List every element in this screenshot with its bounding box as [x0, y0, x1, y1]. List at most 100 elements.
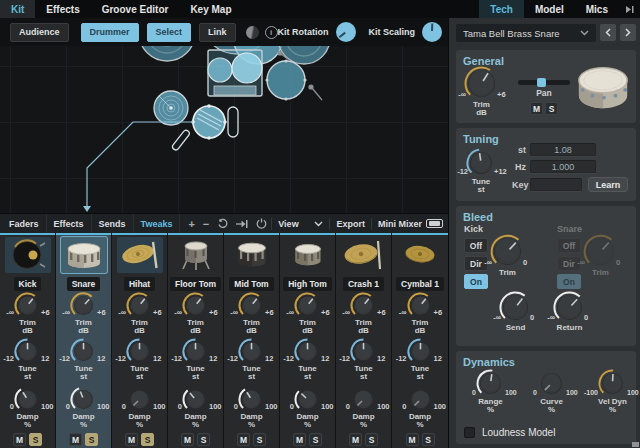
drum-thumbnail[interactable] [397, 237, 443, 273]
drum-thumbnail[interactable] [229, 237, 275, 273]
mixer-tab-sends[interactable]: Sends [92, 214, 134, 233]
tab-model[interactable]: Model [524, 0, 575, 18]
general-solo-button[interactable]: S [545, 102, 558, 115]
damp-knob[interactable]: 0 100 Damp % [113, 386, 166, 429]
tuning-Key-field[interactable] [530, 178, 582, 191]
mixer-tab-tweaks[interactable]: Tweaks [134, 214, 181, 233]
general-mute-button[interactable]: M [530, 102, 543, 115]
mute-button[interactable]: M [69, 433, 82, 446]
power-icon[interactable] [252, 214, 271, 233]
strip-cymbal-1[interactable]: Cymbal 1 -∞ +6 Trim dB -12 12 Tune st [392, 233, 448, 448]
mini-mixer-button[interactable]: Mini Mixer [372, 214, 448, 233]
tab-groove-editor[interactable]: Groove Editor [91, 0, 180, 18]
select-button[interactable]: Select [147, 23, 192, 42]
damp-knob[interactable]: 0 100 Damp % [394, 386, 447, 429]
dynamics-vel-dyn-knob[interactable]: -100 100 Vel Dyn % [582, 369, 640, 414]
damp-knob[interactable]: 0 100 Damp % [225, 386, 278, 429]
kit-scaling-knob[interactable] [421, 21, 443, 43]
solo-button[interactable]: S [309, 433, 322, 446]
solo-button[interactable]: S [253, 433, 266, 446]
strip-kick[interactable]: Kick -∞ +6 Trim dB -12 12 Tune st 0 [0, 233, 55, 448]
drum-thumbnail[interactable] [117, 237, 163, 273]
damp-knob[interactable]: 0 100 Damp % [337, 386, 390, 429]
trim-knob[interactable]: -∞ +6 Trim dB [1, 292, 54, 335]
damp-knob[interactable]: 0 100 Damp % [169, 386, 222, 429]
audience-button[interactable]: Audience [10, 23, 69, 42]
tuning-tune-knob[interactable]: -12 +12 Tune st [458, 148, 504, 194]
tab-mics[interactable]: Mics [575, 0, 619, 18]
remove-icon[interactable]: − [199, 214, 213, 233]
tuning-st-field[interactable]: 1.08 [530, 143, 596, 156]
bleed-send-knob[interactable]: -∞ 0 Send [490, 291, 541, 332]
pan-slider[interactable] [518, 80, 570, 85]
tune-knob[interactable]: -12 12 Tune st [394, 338, 447, 381]
instrument-dropdown[interactable]: Tama Bell Brass Snare [456, 24, 596, 42]
tune-knob[interactable]: -12 12 Tune st [281, 338, 334, 381]
tune-knob[interactable]: -12 12 Tune st [169, 338, 222, 381]
resize-grip[interactable] [632, 442, 639, 447]
shade-toggle-icon[interactable] [246, 26, 259, 39]
trim-knob[interactable]: -∞ +6 Trim dB [57, 292, 110, 335]
dynamics-curve-knob[interactable]: 0 100 Curve % [521, 369, 582, 414]
mute-button[interactable]: M [13, 433, 26, 446]
trim-knob[interactable]: -∞ +6 Trim dB [113, 292, 166, 335]
mute-button[interactable]: M [181, 433, 194, 446]
tab-tech[interactable]: Tech [479, 0, 524, 18]
trim-knob[interactable]: -∞ +6 Trim dB [225, 292, 278, 335]
pan-control[interactable]: Pan M S [516, 80, 572, 115]
drum-thumbnail[interactable] [173, 237, 219, 273]
mute-button[interactable]: M [125, 433, 138, 446]
tuning-Hz-field[interactable]: 1.000 [530, 160, 596, 173]
trim-knob[interactable]: -∞ +6 Trim dB [337, 292, 390, 335]
bleed-return-knob[interactable]: -∞ 0 Return [544, 291, 595, 332]
tune-knob[interactable]: -12 12 Tune st [337, 338, 390, 381]
tune-knob[interactable]: -12 12 Tune st [57, 338, 110, 381]
bleed-trim-knob[interactable]: -∞ 0 Trim [482, 234, 533, 277]
link-button[interactable]: Link [199, 23, 236, 42]
strip-floor-tom[interactable]: Floor Tom -∞ +6 Trim dB -12 12 Tune st [168, 233, 223, 448]
strip-snare[interactable]: Snare -∞ +6 Trim dB -12 12 Tune st 0 [56, 233, 111, 448]
dynamics-range-knob[interactable]: 0 100 Range % [460, 369, 521, 414]
solo-button[interactable]: S [85, 433, 98, 446]
solo-button[interactable]: S [422, 433, 435, 446]
export-button[interactable]: Export [330, 214, 371, 233]
trim-knob[interactable]: -∞ +6 Trim dB [394, 292, 447, 335]
drummer-button[interactable]: Drummer [81, 23, 139, 42]
tab-effects[interactable]: Effects [35, 0, 90, 18]
prev-instrument-button[interactable] [600, 24, 616, 41]
mute-button[interactable]: M [406, 433, 419, 446]
mixer-tab-effects[interactable]: Effects [47, 214, 92, 233]
general-trim-knob[interactable]: -∞ +6 Trim dB [456, 66, 507, 117]
damp-knob[interactable]: 0 100 Damp % [1, 386, 54, 429]
strip-crash-1[interactable]: Crash 1 -∞ +6 Trim dB -12 12 Tune st 0 [336, 233, 391, 448]
info-icon[interactable]: i [265, 26, 278, 39]
drum-thumbnail[interactable] [5, 237, 51, 273]
tab-key-map[interactable]: Key Map [179, 0, 242, 18]
kit-top-view[interactable] [0, 46, 448, 213]
strip-high-tom[interactable]: High Tom -∞ +6 Trim dB -12 12 Tune st [280, 233, 335, 448]
bleed-trim-knob[interactable]: -∞ 0 Trim [575, 234, 626, 277]
strip-mid-tom[interactable]: Mid Tom -∞ +6 Trim dB -12 12 Tune st 0 [224, 233, 279, 448]
add-icon[interactable]: + [180, 214, 198, 233]
view-dropdown[interactable]: View [272, 214, 329, 233]
solo-button[interactable]: S [29, 433, 42, 446]
mixer-tab-faders[interactable]: Faders [2, 214, 47, 233]
kit-rotation-knob[interactable] [335, 21, 357, 43]
learn-button[interactable]: Learn [588, 177, 628, 192]
drum-thumbnail[interactable] [341, 237, 387, 273]
mute-button[interactable]: M [237, 433, 250, 446]
undo-icon[interactable] [213, 214, 232, 233]
go-to-end-icon[interactable] [232, 214, 252, 233]
damp-knob[interactable]: 0 100 Damp % [57, 386, 110, 429]
mute-button[interactable]: M [349, 433, 362, 446]
strip-hihat[interactable]: Hihat -∞ +6 Trim dB -12 12 Tune st 0 [112, 233, 167, 448]
solo-button[interactable]: S [197, 433, 210, 446]
pan-handle[interactable] [537, 78, 546, 87]
damp-knob[interactable]: 0 100 Damp % [281, 386, 334, 429]
next-instrument-button[interactable] [620, 24, 636, 41]
collapse-panel-icon[interactable] [619, 0, 640, 18]
tune-knob[interactable]: -12 12 Tune st [113, 338, 166, 381]
trim-knob[interactable]: -∞ +6 Trim dB [169, 292, 222, 335]
mute-button[interactable]: M [293, 433, 306, 446]
solo-button[interactable]: S [365, 433, 378, 446]
